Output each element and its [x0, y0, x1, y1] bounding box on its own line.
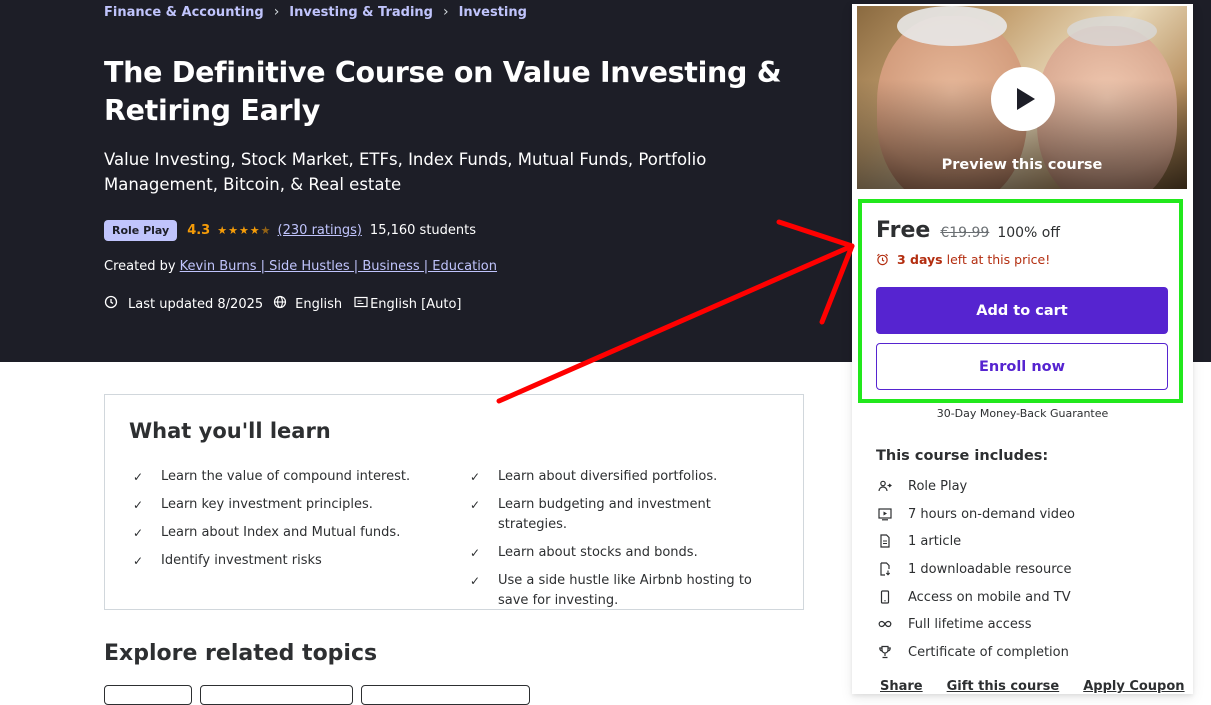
breadcrumb-item-investing-trading[interactable]: Investing & Trading [289, 5, 433, 20]
role-play-badge: Role Play [104, 220, 178, 241]
ratings-count-link[interactable]: (230 ratings) [278, 223, 362, 238]
learn-item: ✓ Learn about stocks and bonds. [466, 543, 776, 563]
list-item: 7 hours on-demand video [876, 506, 1075, 534]
green-highlight-box [858, 199, 1183, 403]
chevron-right-icon: › [442, 4, 449, 20]
check-icon: ✓ [470, 546, 481, 560]
sidebar-actions: Share Gift this course Apply Coupon [880, 679, 1185, 694]
list-item: 1 downloadable resource [876, 561, 1075, 589]
what-youll-learn-box: What you'll learn ✓ Learn the value of co… [104, 394, 804, 610]
chevron-right-icon: › [273, 4, 280, 20]
learn-item: ✓ Learn about diversified portfolios. [466, 467, 776, 487]
check-icon: ✓ [470, 498, 481, 512]
list-item: Access on mobile and TV [876, 589, 1075, 617]
students-count: 15,160 students [369, 223, 477, 238]
gift-course-button[interactable]: Gift this course [947, 679, 1060, 694]
explore-related-title: Explore related topics [104, 641, 378, 666]
learn-title: What you'll learn [129, 419, 331, 443]
preview-label: Preview this course [941, 157, 1103, 173]
check-icon: ✓ [133, 498, 144, 512]
created-by: Created by Kevin Burns | Side Hustles | … [104, 259, 497, 274]
instructor-link[interactable]: Kevin Burns | Side Hustles | Business | … [180, 259, 497, 274]
list-item: 1 article [876, 533, 1075, 561]
course-title: The Definitive Course on Value Investing… [104, 56, 782, 127]
list-item: Role Play [876, 478, 1075, 506]
check-icon: ✓ [470, 470, 481, 484]
money-back-guarantee: 30-Day Money-Back Guarantee [936, 407, 1109, 420]
list-item: Certificate of completion [876, 644, 1075, 672]
includes-title: This course includes: [876, 448, 1049, 464]
check-icon: ✓ [133, 554, 144, 568]
mobile-icon [878, 590, 892, 609]
includes-list: Role Play 7 hours on-demand video 1 arti… [876, 478, 1075, 672]
play-icon[interactable] [991, 67, 1055, 131]
list-item: Full lifetime access [876, 616, 1075, 644]
download-file-icon [878, 562, 892, 581]
learn-item: ✓ Identify investment risks [129, 551, 449, 571]
ratings-row: Role Play 4.3 ★★★★★ (230 ratings) 15,160… [104, 220, 476, 241]
topic-chip[interactable] [200, 685, 353, 705]
learn-column-right: ✓ Learn about diversified portfolios. ✓ Le… [466, 467, 776, 619]
course-subtitle: Value Investing, Stock Market, ETFs, Ind… [104, 150, 707, 194]
learn-item: ✓ Learn budgeting and investment strategi… [470, 497, 711, 532]
learn-item: ✓ Learn about Index and Mutual funds. [129, 523, 449, 543]
check-icon: ✓ [470, 574, 481, 588]
last-updated: Last updated 8/2025 [128, 296, 264, 312]
article-icon [878, 534, 892, 553]
closed-captions-icon [354, 296, 368, 312]
learn-column-left: ✓ Learn the value of compound interest. ✓… [129, 467, 449, 579]
breadcrumb: Finance & Accounting › Investing & Tradi… [104, 4, 527, 20]
course-preview-video[interactable]: Preview this course [856, 5, 1188, 190]
star-rating-icon: ★★★★★ [217, 224, 272, 237]
rating-value: 4.3 [187, 223, 211, 238]
course-language: English [295, 296, 343, 312]
learn-item: ✓ Learn the value of compound interest. [129, 467, 449, 487]
related-topics-chips [104, 685, 530, 705]
created-by-label: Created by [104, 259, 176, 274]
topic-chip[interactable] [361, 685, 530, 705]
breadcrumb-item-finance[interactable]: Finance & Accounting [104, 5, 264, 20]
learn-item: ✓ Use a side hustle like Airbnb hosting t… [470, 573, 752, 608]
course-meta: Last updated 8/2025 English English [Aut… [104, 295, 462, 313]
apply-coupon-button[interactable]: Apply Coupon [1083, 679, 1184, 694]
globe-icon [273, 295, 287, 313]
topic-chip[interactable] [104, 685, 192, 705]
breadcrumb-item-investing[interactable]: Investing [459, 5, 527, 20]
check-icon: ✓ [133, 526, 144, 540]
check-icon: ✓ [133, 470, 144, 484]
infinity-icon [878, 617, 892, 636]
share-button[interactable]: Share [880, 679, 923, 694]
trophy-icon [878, 645, 892, 664]
video-icon [878, 507, 892, 526]
learn-item: ✓ Learn key investment principles. [129, 495, 449, 515]
course-captions: English [Auto] [370, 296, 462, 312]
alert-clock-icon [104, 295, 118, 313]
role-play-icon [878, 479, 892, 498]
